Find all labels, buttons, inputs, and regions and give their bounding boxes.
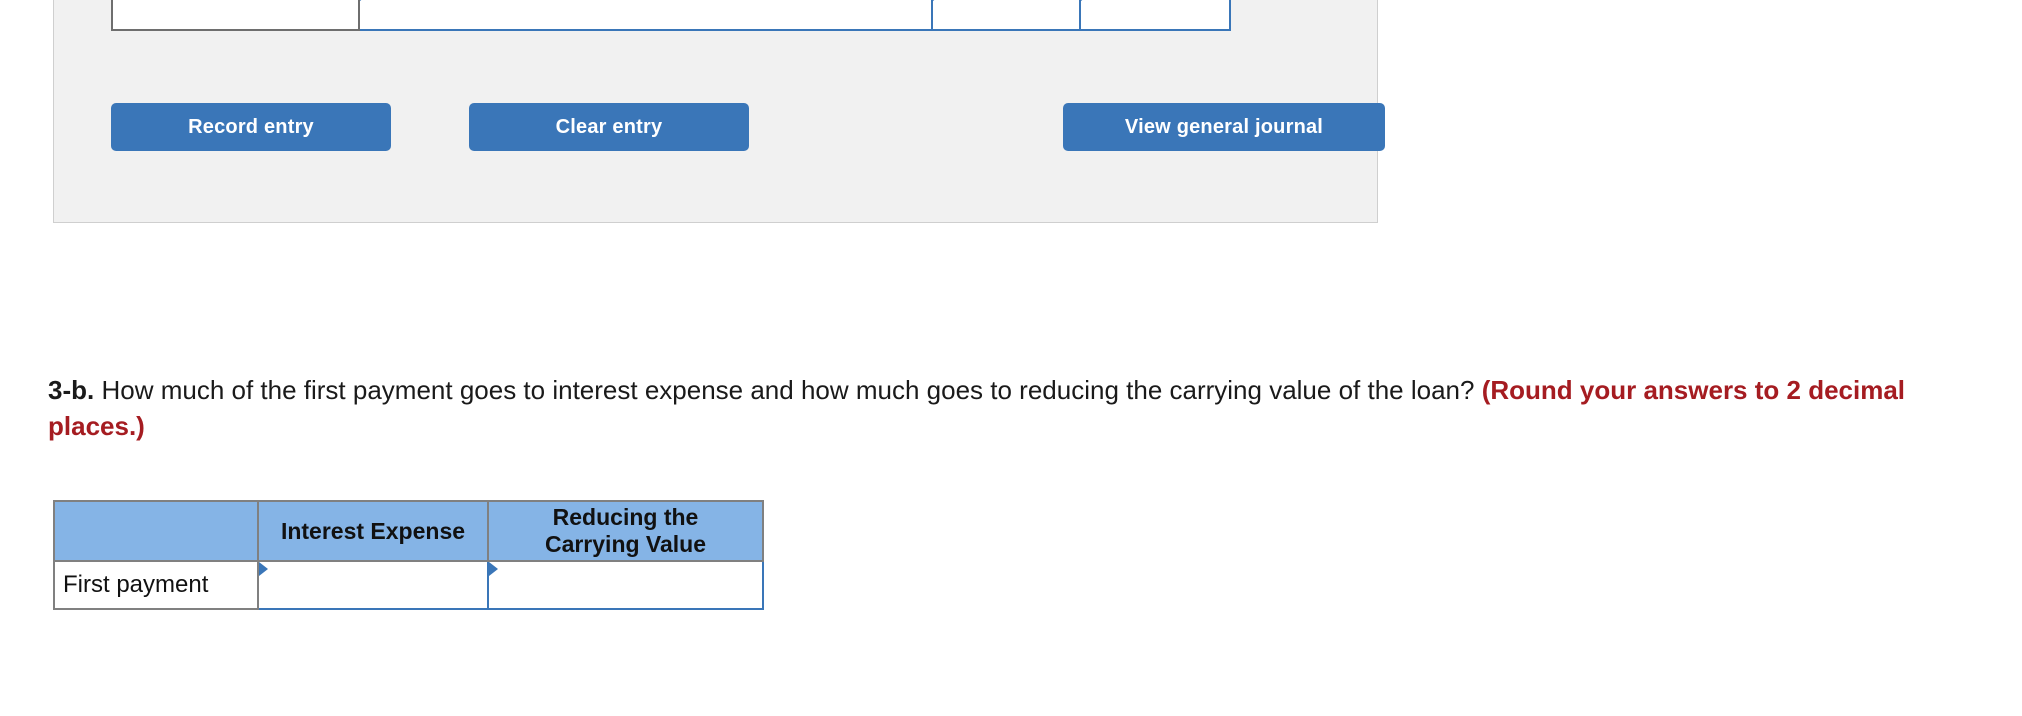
answer-table-3b: Interest Expense Reducing the Carrying V…: [53, 499, 764, 611]
journal-entry-table: [111, 0, 1231, 31]
cell-marker-triangle-icon: [933, 0, 942, 1]
clear-entry-button[interactable]: Clear entry: [469, 103, 749, 151]
question-number: 3-b.: [48, 375, 95, 405]
journal-debit-cell-row2[interactable]: [931, 0, 1081, 31]
question-3b: 3-b. How much of the first payment goes …: [48, 373, 1948, 445]
journal-entry-panel: Record entry Clear entry View general jo…: [53, 0, 1385, 223]
question-text: How much of the first payment goes to in…: [94, 375, 1482, 405]
answer-header-reducing-carrying-value: Reducing the Carrying Value: [487, 499, 764, 563]
journal-button-row: Record entry Clear entry View general jo…: [111, 103, 1385, 151]
journal-account-cell-row2[interactable]: [358, 0, 933, 31]
journal-date-cell-row2[interactable]: [111, 0, 360, 31]
cell-marker-triangle-icon: [360, 0, 369, 1]
cell-marker-triangle-icon: [1081, 0, 1090, 1]
answer-header-interest-expense: Interest Expense: [257, 499, 489, 563]
table-row: First payment: [53, 560, 764, 611]
journal-credit-cell-row2[interactable]: [1079, 0, 1231, 31]
reducing-carrying-value-input-cell[interactable]: [487, 560, 764, 611]
cell-marker-triangle-icon: [489, 562, 498, 577]
cell-marker-triangle-icon: [259, 562, 268, 577]
record-entry-button[interactable]: Record entry: [111, 103, 391, 151]
table-row: [111, 0, 1231, 31]
interest-expense-input-cell[interactable]: [257, 560, 489, 611]
view-general-journal-button[interactable]: View general journal: [1063, 103, 1385, 151]
answer-table-header-row: Interest Expense Reducing the Carrying V…: [53, 499, 764, 563]
answer-row-label-first-payment: First payment: [53, 560, 259, 611]
answer-header-blank: [53, 499, 259, 563]
answer-header-reducing-line1: Reducing the: [552, 504, 699, 530]
answer-header-reducing-line2: Carrying Value: [544, 531, 707, 558]
